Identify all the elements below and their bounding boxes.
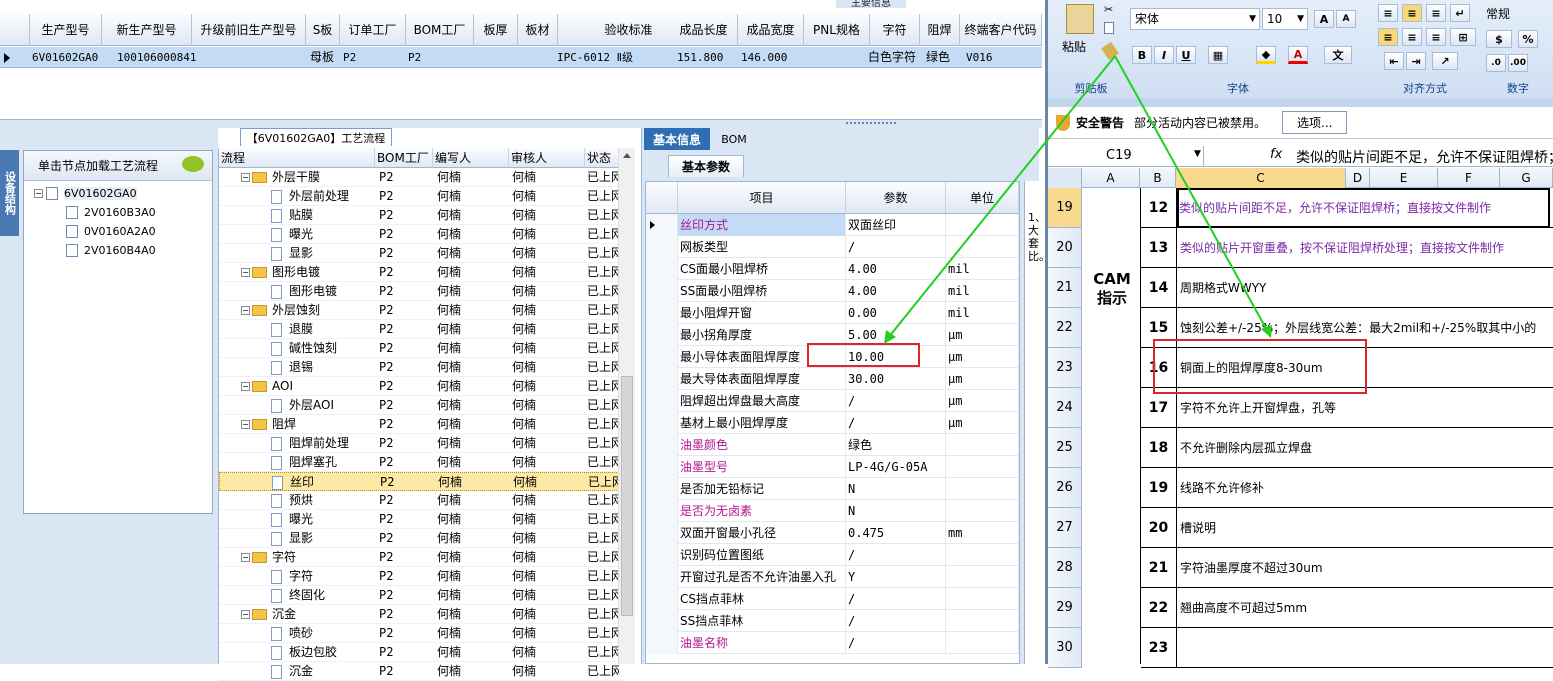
arrow-to-param bbox=[887, 55, 1116, 339]
arrow-to-excel bbox=[1114, 55, 1269, 333]
flow-name-text: 沉金 bbox=[289, 664, 314, 678]
flow-reviewer: 何楠 bbox=[512, 664, 537, 678]
annotation-arrows bbox=[884, 55, 1272, 344]
flow-bom: P2 bbox=[379, 664, 394, 678]
arrow-head-excel bbox=[1261, 325, 1272, 338]
flow-name: 沉金 bbox=[271, 662, 375, 681]
process-step-icon bbox=[271, 664, 282, 679]
flow-writer: 何楠 bbox=[437, 664, 462, 678]
flow-status: 已上网 bbox=[587, 664, 619, 678]
flow-row[interactable]: 沉金 P2 何楠 何楠 已上网 bbox=[219, 662, 623, 681]
arrow-head-param bbox=[884, 330, 896, 344]
